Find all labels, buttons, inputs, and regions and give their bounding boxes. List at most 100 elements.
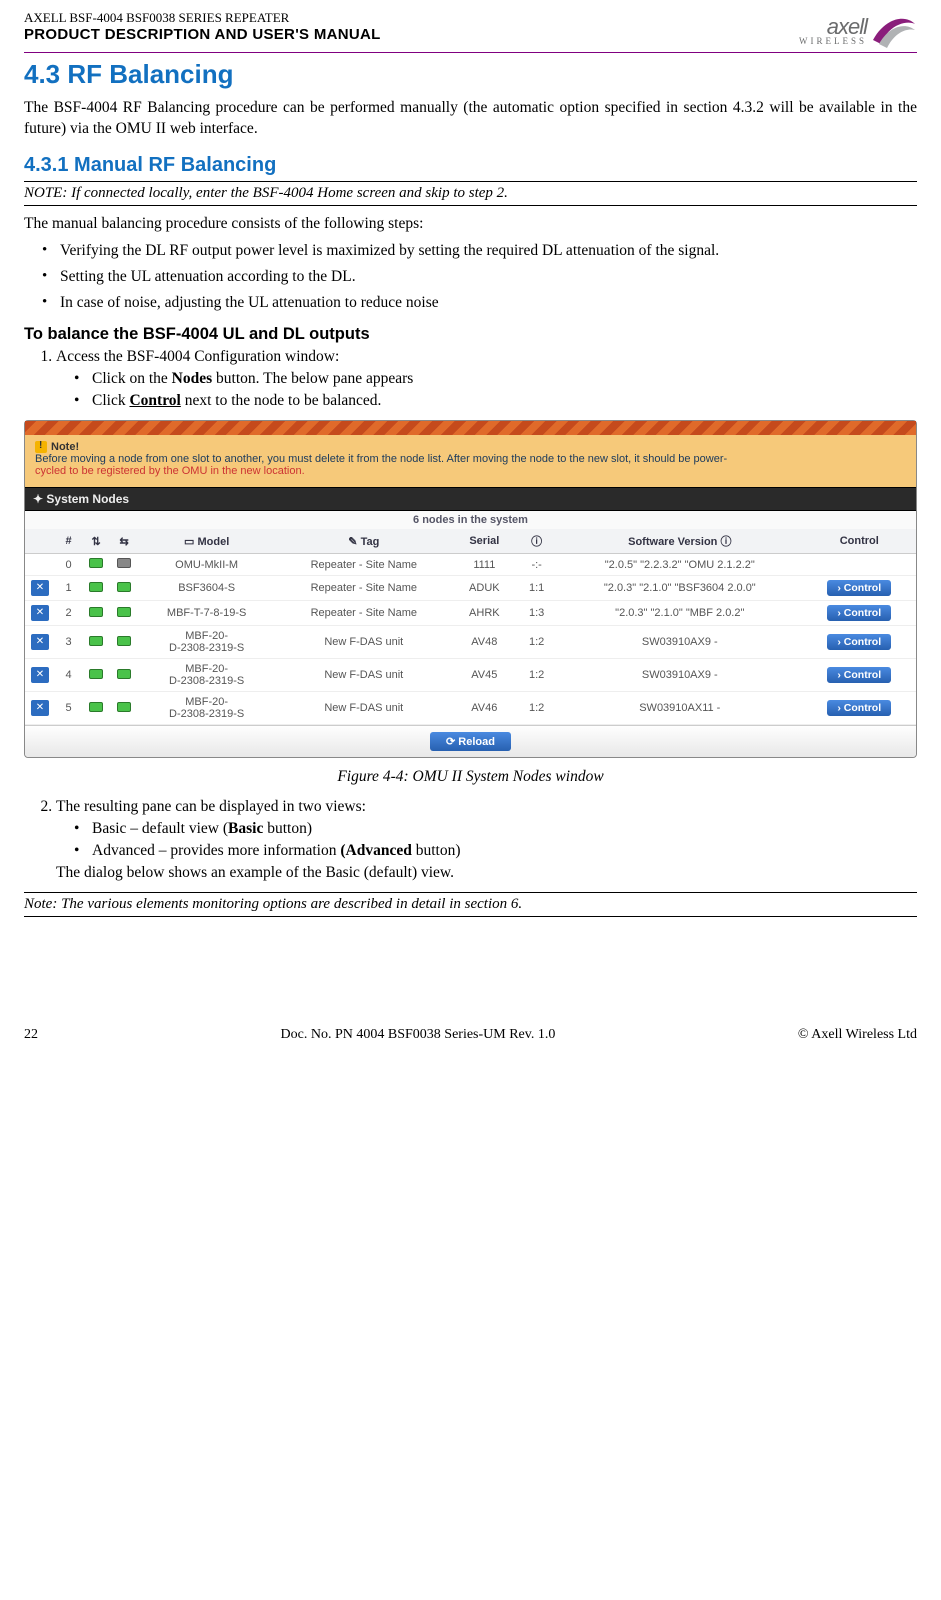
bullet-noise-adjust: In case of noise, adjusting the UL atten…	[42, 293, 917, 313]
col-slot-icon[interactable]: ⓘ	[516, 529, 557, 554]
step-2a-post: button)	[263, 820, 312, 837]
status-led-1	[89, 582, 103, 592]
screenshot-note-title: Note!	[51, 441, 79, 453]
step-1b-bold: Control	[129, 392, 180, 409]
cell-tag: New F-DAS unit	[275, 692, 452, 725]
table-row: ✕1BSF3604-SRepeater - Site NameADUK1:1"2…	[25, 576, 916, 601]
cell-model: MBF-T-7-8-19-S	[138, 601, 275, 626]
col-status1-icon[interactable]: ⇅	[82, 529, 110, 554]
procedure-steps-2: The resulting pane can be displayed in t…	[24, 798, 917, 882]
cell-serial: ADUK	[452, 576, 516, 601]
status-led-1	[89, 607, 103, 617]
cell-index: 1	[55, 576, 82, 601]
step-2a: Basic – default view (Basic button)	[74, 820, 917, 838]
step-1a-pre: Click on the	[92, 370, 172, 387]
control-button[interactable]: › Control	[827, 667, 891, 683]
table-row: ✕4MBF-20-D-2308-2319-SNew F-DAS unitAV45…	[25, 659, 916, 692]
step-1a-bold: Nodes	[172, 370, 212, 387]
table-row: ✕ 2 MBF-T-7-8-19-SRepeater - Site NameAHRK…	[25, 601, 916, 626]
cell-tag: Repeater - Site Name	[275, 601, 452, 626]
cell-index: 3	[55, 626, 82, 659]
table-row: 0OMU-MkII-MRepeater - Site Name1111-:-"2…	[25, 554, 916, 576]
table-row: ✕5MBF-20-D-2308-2319-SNew F-DAS unitAV46…	[25, 692, 916, 725]
step-1a: Click on the Nodes button. The below pan…	[74, 370, 917, 388]
control-button[interactable]: › Control	[827, 700, 891, 716]
reload-button[interactable]: ⟳ Reload	[430, 732, 511, 751]
step-2a-bold: Basic	[228, 820, 263, 837]
footer-page-number: 22	[24, 1027, 38, 1043]
doc-subtitle: PRODUCT DESCRIPTION AND USER'S MANUAL	[24, 26, 381, 43]
reload-row: ⟳ Reload	[25, 725, 916, 757]
cell-model: MBF-20-D-2308-2319-S	[138, 659, 275, 692]
step-1a-post: button. The below pane appears	[212, 370, 413, 387]
screenshot-top-stripe	[25, 421, 916, 435]
control-button[interactable]: › Control	[827, 605, 891, 621]
col-status2-icon[interactable]: ⇆	[110, 529, 138, 554]
step-2b-bold: (Advanced	[340, 842, 411, 859]
cell-software: SW03910AX11 -	[557, 692, 802, 725]
cell-serial: AV48	[452, 626, 516, 659]
cell-serial: AV46	[452, 692, 516, 725]
step-1-text: Access the BSF-4004 Configuration window…	[56, 348, 339, 365]
cell-software: "2.0.3" "2.1.0" "MBF 2.0.2"	[557, 601, 802, 626]
delete-row-button[interactable]: ✕	[31, 700, 49, 716]
cell-software: "2.0.5" "2.2.3.2" "OMU 2.1.2.2"	[557, 554, 802, 576]
cell-slot: 1:2	[516, 692, 557, 725]
bullet-verify-dl: Verifying the DL RF output power level i…	[42, 241, 917, 261]
step-2b: Advanced – provides more information (Ad…	[74, 842, 917, 860]
omu-system-nodes-screenshot: Note! Before moving a node from one slot…	[24, 420, 917, 758]
cell-tag: New F-DAS unit	[275, 626, 452, 659]
screenshot-note-line2: cycled to be registered by the OMU in th…	[35, 465, 305, 477]
cell-model: OMU-MkII-M	[138, 554, 275, 576]
procedure-lead: The manual balancing procedure consists …	[24, 214, 917, 235]
step-2b-pre: Advanced – provides more information	[92, 842, 340, 859]
status-led-1	[89, 702, 103, 712]
col-control[interactable]: Control	[803, 529, 917, 554]
note-local-connect: NOTE: If connected locally, enter the BS…	[24, 181, 917, 206]
delete-row-button[interactable]: ✕	[31, 634, 49, 650]
cell-serial: AHRK	[452, 601, 516, 626]
control-button[interactable]: › Control	[827, 580, 891, 596]
doc-series-title: AXELL BSF-4004 BSF0038 SERIES REPEATER	[24, 10, 381, 26]
header-left: AXELL BSF-4004 BSF0038 SERIES REPEATER P…	[24, 10, 381, 43]
status-led-2	[117, 558, 131, 568]
step-1: Access the BSF-4004 Configuration window…	[56, 348, 917, 410]
cell-model: MBF-20-D-2308-2319-S	[138, 626, 275, 659]
cell-serial: 1111	[452, 554, 516, 576]
screenshot-note-line1: Before moving a node from one slot to an…	[35, 453, 727, 465]
control-button[interactable]: › Control	[827, 634, 891, 650]
step-2-text: The resulting pane can be displayed in t…	[56, 798, 366, 815]
step-2b-post: button)	[412, 842, 461, 859]
col-hash[interactable]: #	[55, 529, 82, 554]
status-led-1	[89, 558, 103, 568]
nodes-table: # ⇅ ⇆ ▭ Model ✎ Tag Serial ⓘ Software Ve…	[25, 529, 916, 725]
col-software[interactable]: Software Version ⓘ	[557, 529, 802, 554]
footer-doc-number: Doc. No. PN 4004 BSF0038 Series-UM Rev. …	[281, 1027, 556, 1043]
cell-software: SW03910AX9 -	[557, 659, 802, 692]
status-led-1	[89, 669, 103, 679]
screenshot-note-box: Note! Before moving a node from one slot…	[25, 435, 916, 487]
delete-row-button[interactable]: ✕	[31, 605, 49, 621]
cell-index: 2	[55, 601, 82, 626]
cell-index: 0	[55, 554, 82, 576]
col-tag[interactable]: ✎ Tag	[275, 529, 452, 554]
warning-icon	[35, 441, 47, 453]
table-header-row: # ⇅ ⇆ ▭ Model ✎ Tag Serial ⓘ Software Ve…	[25, 529, 916, 554]
cell-software: SW03910AX9 -	[557, 626, 802, 659]
logo-block: axell WIRELESS	[799, 10, 917, 50]
procedure-heading: To balance the BSF-4004 UL and DL output…	[24, 325, 917, 344]
procedure-steps: Access the BSF-4004 Configuration window…	[24, 348, 917, 410]
step-2: The resulting pane can be displayed in t…	[56, 798, 917, 882]
delete-row-button[interactable]: ✕	[31, 667, 49, 683]
step-2a-pre: Basic – default view (	[92, 820, 228, 837]
delete-row-button[interactable]: ✕	[31, 580, 49, 596]
step-2-tail: The dialog below shows an example of the…	[56, 864, 917, 882]
section-intro: The BSF-4004 RF Balancing procedure can …	[24, 98, 917, 140]
figure-caption: Figure 4-4: OMU II System Nodes window	[24, 768, 917, 786]
status-led-2	[117, 702, 131, 712]
col-serial[interactable]: Serial	[452, 529, 516, 554]
cell-index: 4	[55, 659, 82, 692]
cell-model: BSF3604-S	[138, 576, 275, 601]
col-model[interactable]: ▭ Model	[138, 529, 275, 554]
cell-index: 5	[55, 692, 82, 725]
